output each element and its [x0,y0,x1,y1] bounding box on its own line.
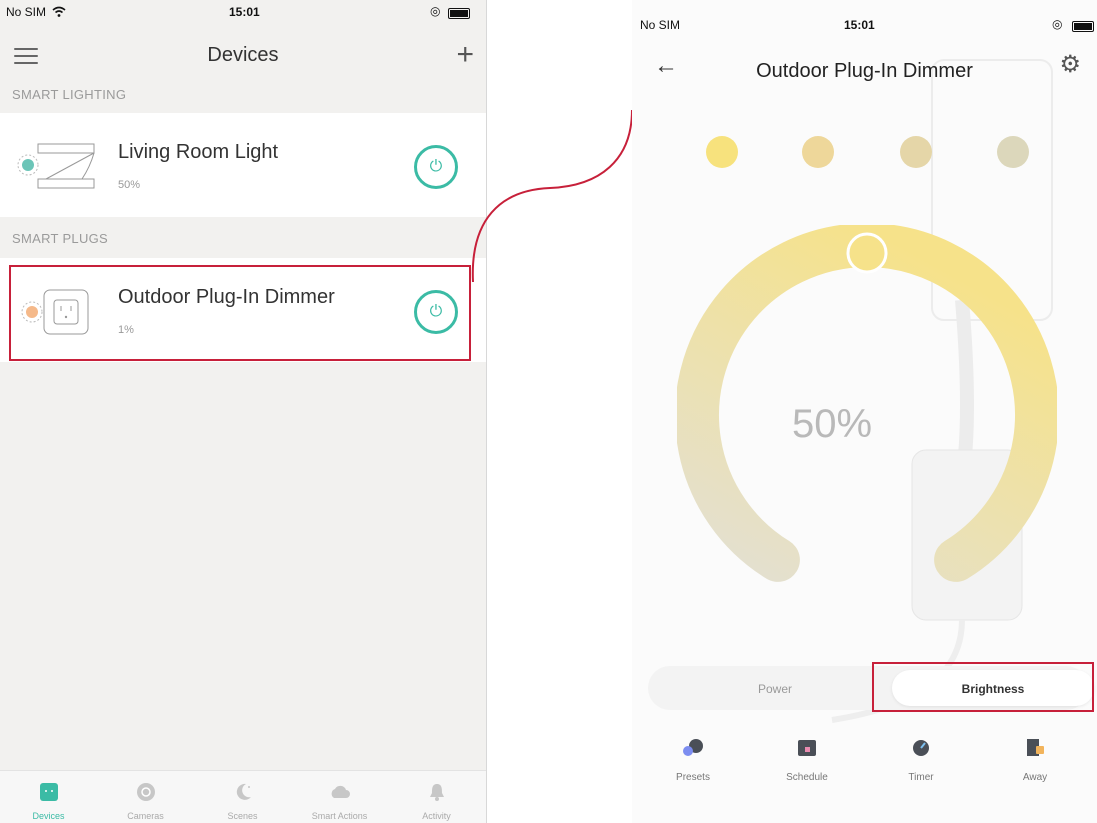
tab-activity[interactable]: Activity [388,771,485,823]
tab-label: Activity [422,811,451,821]
preset-color-1[interactable] [706,136,738,168]
action-label: Presets [676,772,710,783]
tab-label: Cameras [127,811,164,821]
power-tab[interactable]: Power [758,682,792,696]
dial-handle[interactable] [846,232,888,274]
power-icon: ⏻ [429,158,443,175]
highlight-brightness [872,662,1094,712]
tab-label: Scenes [227,811,258,821]
away-icon [1027,739,1044,756]
action-label: Schedule [786,772,828,783]
carrier-label: No SIM [6,5,47,19]
status-time: 15:01 [229,5,260,19]
preset-color-3[interactable] [900,136,932,168]
dimmer-detail-screen: No SIM 15:01 ◎ Outdoor Plug-In Dimmer ← … [632,0,1097,823]
moon-stars-icon [236,783,251,800]
page-title: Devices [207,44,279,66]
tab-label: Devices [32,811,65,821]
tab-scenes[interactable]: Scenes [194,771,291,823]
connector-line [471,110,633,283]
highlight-outdoor-plug [9,265,471,361]
calendar-icon [798,740,816,756]
away-action[interactable]: Away [990,730,1080,800]
plug-icon [40,783,58,801]
battery-icon [448,8,470,19]
section-header-plugs: SMART PLUGS [12,231,109,246]
action-label: Timer [908,772,934,783]
tab-smart-actions[interactable]: Smart Actions [291,771,388,823]
presets-icon [683,739,703,756]
tab-devices[interactable]: Devices [0,771,97,823]
status-bar: No SIM 15:01 ◎ [632,0,1097,32]
tab-bar: Devices Cameras Scenes Smart Actions Act… [0,770,486,823]
preset-color-2[interactable] [802,136,834,168]
camera-icon [137,783,155,801]
bell-icon [430,784,444,801]
schedule-action[interactable]: Schedule [762,730,852,800]
back-arrow-icon[interactable]: ← [654,52,678,80]
nav-bar: Devices + [0,30,486,78]
device-name: Living Room Light [118,141,279,163]
devices-screen: No SIM 15:01 ◎ Devices + SMART LIGHTING … [0,0,487,823]
page-title: Outdoor Plug-In Dimmer [756,60,973,82]
timer-action[interactable]: Timer [876,730,966,800]
cloud-icon [331,785,350,798]
add-device-icon[interactable]: + [456,40,474,70]
location-icon: ◎ [1052,17,1063,31]
wifi-icon [52,6,66,17]
device-level: 50% [118,179,141,191]
gear-icon[interactable]: ⚙ [1059,50,1081,79]
light-strip-icon [17,143,95,189]
tab-label: Smart Actions [311,811,368,821]
preset-color-4[interactable] [997,136,1029,168]
timer-icon [913,740,929,756]
device-row-living-room-light[interactable]: Living Room Light 50% ⏻ [0,113,486,217]
status-bar: No SIM 15:01 ◎ [0,0,486,30]
presets-action[interactable]: Presets [648,730,738,800]
tab-cameras[interactable]: Cameras [97,771,194,823]
section-header-lighting: SMART LIGHTING [12,87,127,102]
brightness-value: 50% [792,402,873,446]
nav-bar: Outdoor Plug-In Dimmer [632,30,1097,82]
location-icon: ◎ [430,4,441,18]
action-label: Away [1022,772,1048,783]
power-toggle-button[interactable]: ⏻ [414,145,458,189]
